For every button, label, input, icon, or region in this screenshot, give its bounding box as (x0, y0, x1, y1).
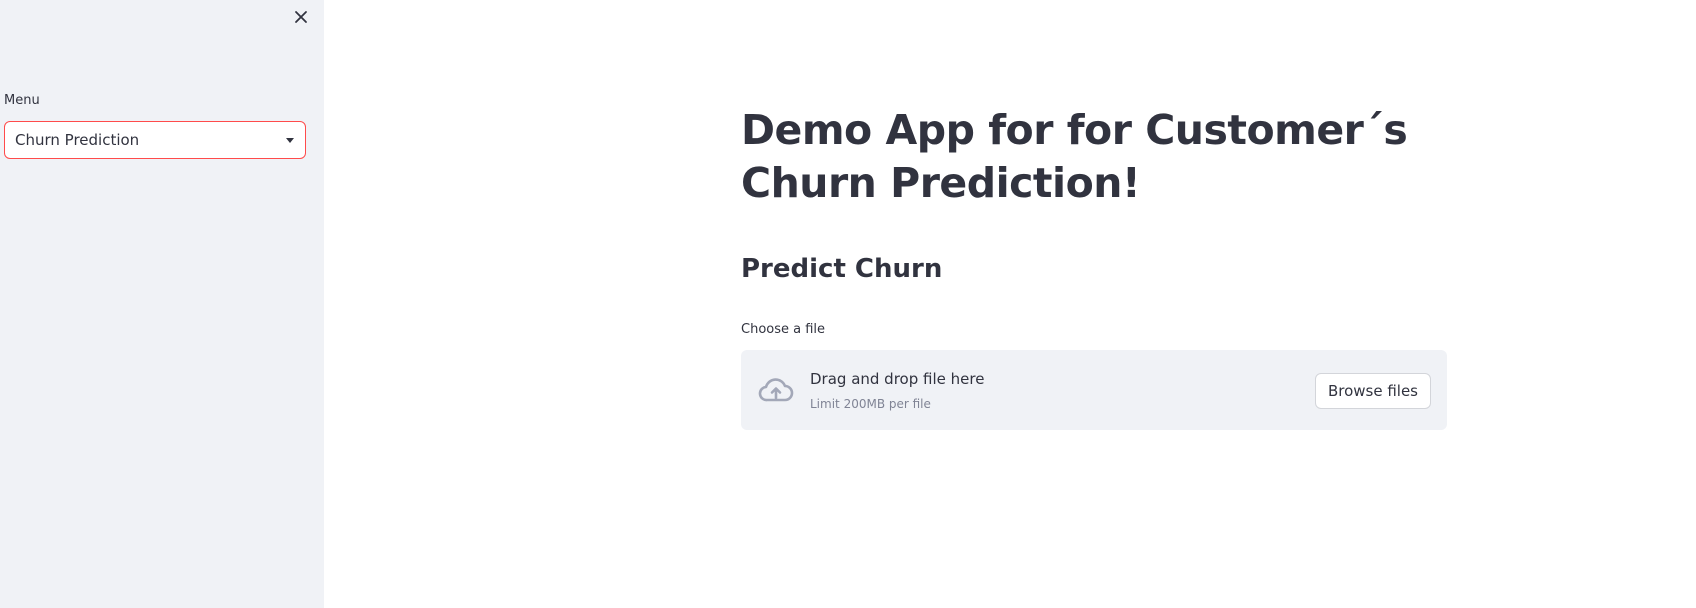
menu-select-value: Churn Prediction (15, 131, 140, 149)
dropzone-limit: Limit 200MB per file (810, 397, 931, 411)
cloud-upload-icon (758, 378, 794, 402)
dropzone-instructions: Drag and drop file here (810, 370, 985, 388)
menu-select[interactable]: Churn Prediction (4, 121, 306, 159)
close-icon (295, 11, 307, 23)
close-sidebar-button[interactable] (290, 6, 312, 28)
file-uploader-label: Choose a file (741, 322, 826, 337)
menu-label: Menu (4, 93, 40, 108)
browse-files-button[interactable]: Browse files (1314, 373, 1431, 409)
page-title: Demo App for for Customer´s Churn Predic… (741, 106, 1408, 207)
file-dropzone[interactable]: Drag and drop file here Limit 200MB per … (741, 350, 1447, 430)
section-title: Predict Churn (741, 254, 943, 284)
app: Menu Churn Prediction Demo App for for C… (0, 0, 1696, 608)
sidebar: Menu Churn Prediction (0, 0, 324, 608)
chevron-down-icon (286, 138, 294, 143)
